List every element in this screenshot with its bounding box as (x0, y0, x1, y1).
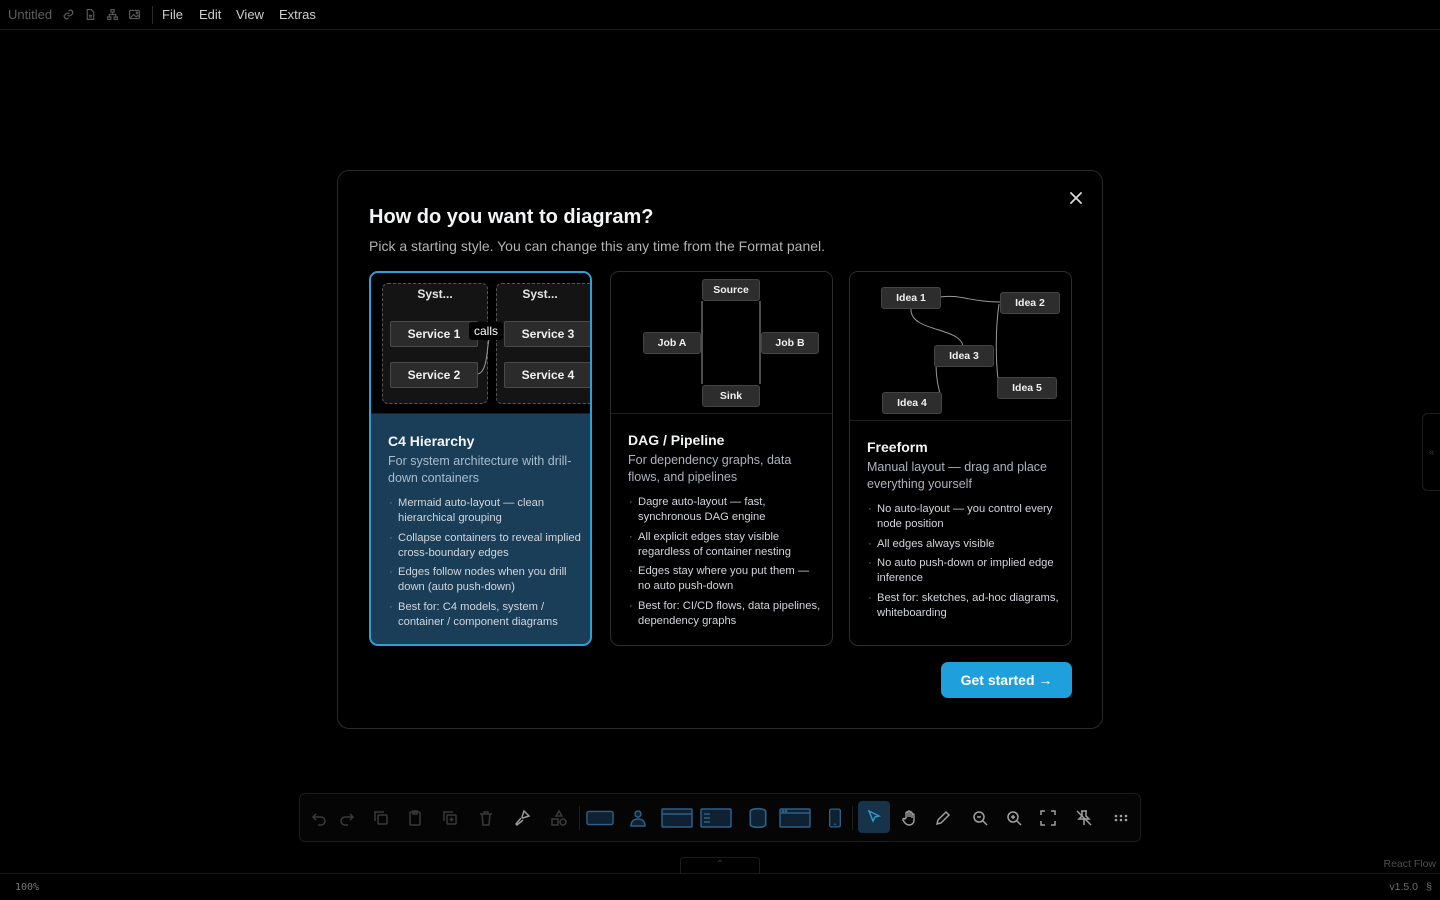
select-pointer-icon[interactable] (858, 801, 890, 833)
feature-item: Collapse containers to reveal implied cr… (388, 531, 583, 561)
bottom-toolbar (299, 793, 1141, 842)
dialog-title: How do you want to diagram? (369, 206, 654, 228)
card-description: For dependency graphs, data flows, and p… (628, 453, 792, 484)
service-node: Service 4 (504, 362, 590, 388)
idea-node: Idea 2 (1000, 292, 1060, 314)
dag-node: Source (702, 279, 760, 301)
pan-hand-icon[interactable] (897, 806, 921, 830)
zoom-out-icon[interactable] (968, 806, 992, 830)
redo-icon[interactable] (335, 806, 359, 830)
toolbar-collapse-tab[interactable]: ⌃ (680, 857, 760, 873)
card-c4-hierarchy[interactable]: Syst... Syst... Service 1 Service 2 Serv… (369, 271, 592, 646)
idea-node: Idea 4 (882, 392, 942, 414)
dag-preview: Source Job A Job B Sink (611, 272, 832, 414)
paste-icon[interactable] (403, 806, 427, 830)
duplicate-icon[interactable] (438, 806, 462, 830)
side-panel-toggle[interactable]: « (1422, 413, 1440, 491)
card-description: Manual layout — drag and place everythin… (867, 460, 1047, 491)
browser-shape-icon[interactable] (661, 806, 693, 830)
idea-node: Idea 5 (997, 377, 1057, 399)
image-icon[interactable] (128, 8, 141, 21)
feature-item: Edges follow nodes when you drill down (… (388, 565, 583, 595)
card-feature-list: Dagre auto-layout — fast, synchronous DA… (628, 495, 823, 633)
idea-node: Idea 3 (934, 345, 994, 367)
feature-item: Dagre auto-layout — fast, synchronous DA… (628, 495, 823, 525)
close-icon[interactable] (1066, 188, 1086, 208)
react-flow-attribution[interactable]: React Flow (1383, 858, 1436, 870)
zoom-in-icon[interactable] (1002, 806, 1026, 830)
card-dag-pipeline[interactable]: Source Job A Job B Sink DAG / Pipeline F… (610, 271, 833, 646)
service-node: Service 1 (390, 321, 478, 347)
mobile-shape-icon[interactable] (823, 806, 847, 830)
card-title: C4 Hierarchy (388, 433, 475, 449)
feature-item: All edges always visible (867, 537, 1062, 552)
dialog-subtitle: Pick a starting style. You can change th… (369, 238, 826, 254)
feature-item: Best for: C4 models, system / container … (388, 600, 583, 630)
fit-view-icon[interactable] (1036, 806, 1060, 830)
dag-node: Job A (643, 332, 701, 354)
card-title: Freeform (867, 439, 928, 455)
database-shape-icon[interactable] (746, 806, 770, 830)
feature-item: No auto push-down or implied edge infere… (867, 556, 1062, 586)
feature-item: Edges stay where you put them — no auto … (628, 564, 823, 594)
status-bar: 100% v1.5.0 § (0, 873, 1440, 900)
menu-view[interactable]: View (236, 7, 264, 22)
link-icon[interactable] (62, 8, 75, 21)
file-icon[interactable] (84, 8, 97, 21)
rectangle-shape-icon[interactable] (585, 806, 615, 830)
feature-item: Best for: sketches, ad-hoc diagrams, whi… (867, 591, 1062, 621)
diagram-style-dialog: How do you want to diagram? Pick a start… (337, 170, 1103, 729)
dag-node: Sink (702, 385, 760, 407)
topbar-divider (152, 6, 153, 24)
more-icon[interactable] (1109, 806, 1133, 830)
feature-item: All explicit edges stay visible regardle… (628, 530, 823, 560)
copy-icon[interactable] (369, 806, 393, 830)
list-shape-icon[interactable] (700, 806, 732, 830)
section-icon[interactable]: § (1426, 881, 1432, 893)
document-title[interactable]: Untitled (8, 7, 52, 22)
dag-node: Job B (761, 332, 819, 354)
format-painter-icon[interactable] (510, 806, 534, 830)
undo-icon[interactable] (307, 806, 331, 830)
service-node: Service 3 (504, 321, 590, 347)
freeform-preview: Idea 1 Idea 2 Idea 3 Idea 4 Idea 5 (850, 272, 1071, 421)
get-started-button[interactable]: Get started → (941, 662, 1072, 698)
idea-node: Idea 1 (881, 287, 941, 309)
toolbar-divider (579, 806, 580, 830)
service-node: Service 2 (390, 362, 478, 388)
tree-icon[interactable] (106, 8, 119, 21)
top-menu-bar: Untitled File Edit View Extras (0, 0, 1440, 30)
menu-edit[interactable]: Edit (199, 7, 221, 22)
card-feature-list: Mermaid auto-layout — clean hierarchical… (388, 496, 583, 634)
version-label: v1.5.0 (1389, 881, 1418, 893)
card-description: For system architecture with drill-down … (388, 454, 572, 485)
unpin-icon[interactable] (1072, 806, 1096, 830)
pencil-icon[interactable] (931, 806, 955, 830)
edge-label: calls (469, 322, 504, 340)
menu-extras[interactable]: Extras (279, 7, 316, 22)
feature-item: No auto-layout — you control every node … (867, 502, 1062, 532)
c4-preview: Syst... Syst... Service 1 Service 2 Serv… (371, 273, 590, 414)
toolbar-divider (852, 806, 853, 830)
window-shape-icon[interactable] (779, 806, 811, 830)
shapes-icon[interactable] (547, 806, 571, 830)
zoom-level: 100% (15, 882, 40, 893)
person-shape-icon[interactable] (626, 806, 650, 830)
card-freeform[interactable]: Idea 1 Idea 2 Idea 3 Idea 4 Idea 5 Freef… (849, 271, 1072, 646)
feature-item: Best for: CI/CD flows, data pipelines, d… (628, 599, 823, 629)
card-title: DAG / Pipeline (628, 432, 725, 448)
feature-item: Mermaid auto-layout — clean hierarchical… (388, 496, 583, 526)
card-feature-list: No auto-layout — you control every node … (867, 502, 1062, 625)
delete-icon[interactable] (474, 806, 498, 830)
menu-file[interactable]: File (162, 7, 183, 22)
